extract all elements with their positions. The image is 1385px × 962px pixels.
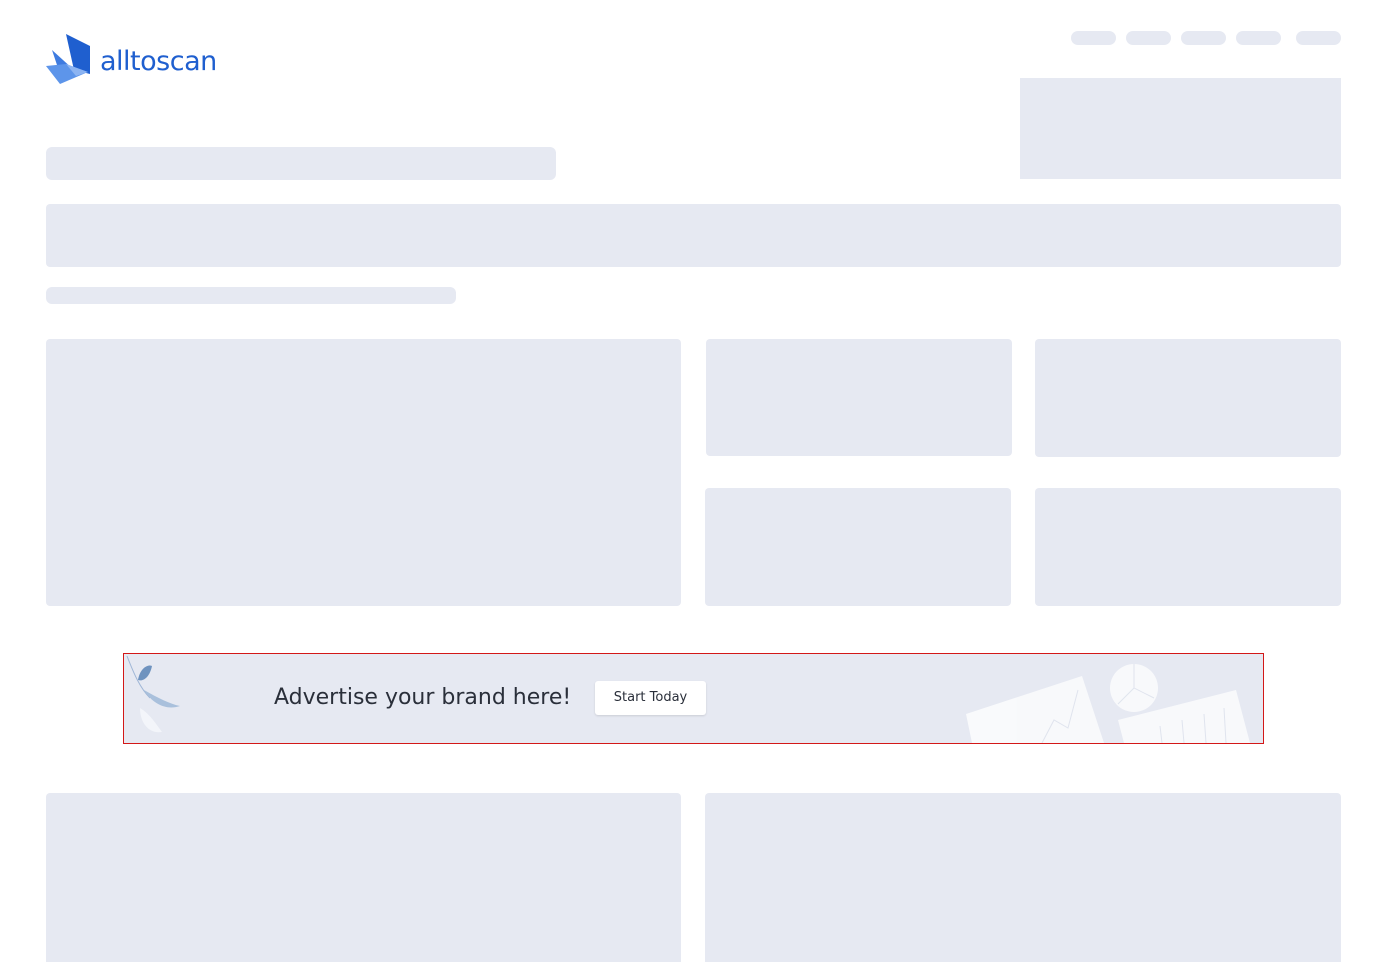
- stat-card-placeholder-1: [706, 339, 1012, 456]
- bottom-card-placeholder-left: [46, 793, 681, 962]
- main-card-placeholder: [46, 339, 681, 606]
- logo-icon: [46, 34, 90, 84]
- ad-headline: Advertise your brand here!: [274, 685, 572, 710]
- start-today-button[interactable]: Start Today: [595, 681, 706, 715]
- nav-placeholder-1: [1071, 31, 1116, 45]
- stat-card-placeholder-4: [1035, 488, 1341, 606]
- leaf-decoration-icon: [126, 655, 180, 733]
- stat-card-placeholder-3: [705, 488, 1011, 606]
- bottom-card-placeholder-right: [705, 793, 1341, 962]
- nav-placeholder-4: [1236, 31, 1281, 45]
- logo-text[interactable]: alltoscan: [100, 44, 217, 80]
- stat-card-placeholder-2: [1035, 339, 1341, 457]
- header-ad-placeholder: [1020, 78, 1341, 179]
- nav-placeholder-3: [1181, 31, 1226, 45]
- title-placeholder: [46, 147, 556, 180]
- nav-placeholder-5: [1296, 31, 1341, 45]
- subtitle-placeholder: [46, 287, 456, 304]
- search-bar-placeholder: [46, 204, 1341, 267]
- ad-banner[interactable]: Advertise your brand here! Start Today: [123, 653, 1264, 744]
- nav-placeholder-2: [1126, 31, 1171, 45]
- ad-illustration-icon: [966, 664, 1250, 743]
